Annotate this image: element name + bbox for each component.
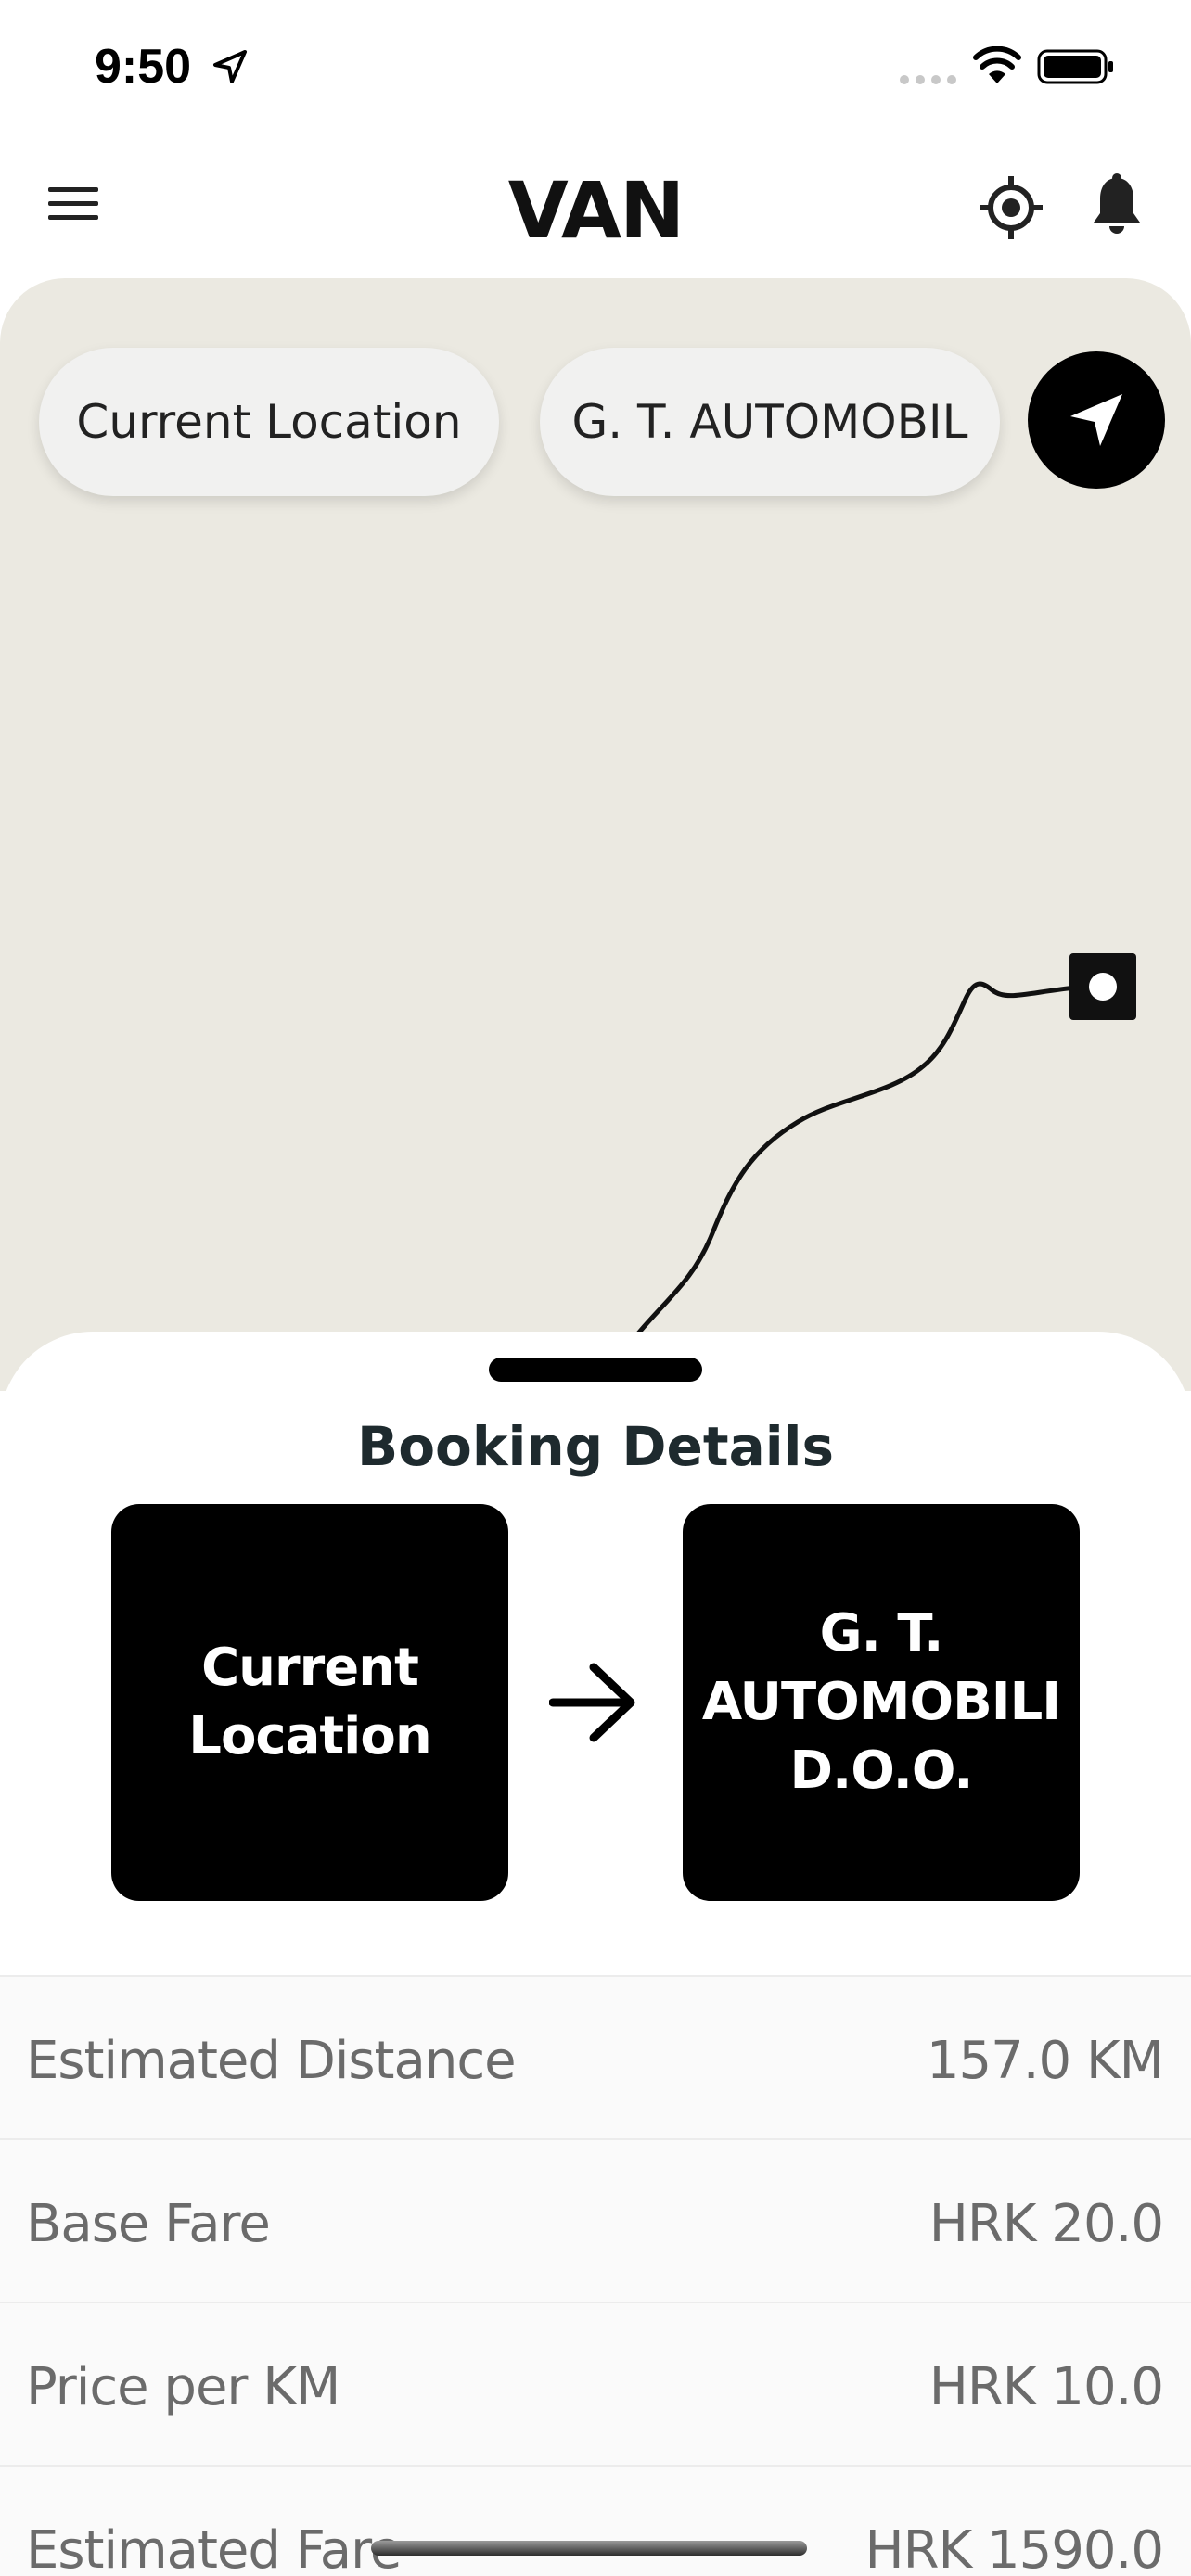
home-indicator[interactable] (371, 2541, 807, 2556)
fare-details-list: Estimated Distance 157.0 KM Base Fare HR… (0, 1975, 1191, 2576)
detail-label: Estimated Fare (26, 2520, 402, 2576)
pickup-location-field[interactable]: Current Location (39, 348, 499, 496)
detail-row-estimated-fare: Estimated Fare HRK 1590.0 (0, 2465, 1191, 2576)
booking-details-sheet: Booking Details Current Location G. T. A… (0, 1332, 1191, 2576)
detail-row-estimated-distance: Estimated Distance 157.0 KM (0, 1975, 1191, 2138)
destination-marker-dot (1089, 973, 1117, 1001)
arrow-right-icon (549, 1663, 635, 1742)
sheet-title: Booking Details (357, 1415, 834, 1478)
detail-label: Base Fare (26, 2194, 271, 2254)
status-time: 9:50 (95, 40, 192, 94)
detail-value: 157.0 KM (926, 2031, 1164, 2091)
app-header: VAN (0, 139, 1191, 278)
navigate-button[interactable] (1028, 351, 1165, 489)
pickup-location-card-label: Current Location (188, 1638, 431, 1766)
gps-target-icon[interactable] (978, 174, 1044, 241)
app-screen: 9:50 VAN Current Location G. T. AUTOMOBI… (0, 0, 1191, 2576)
sheet-drag-handle[interactable] (489, 1358, 702, 1382)
wifi-icon (973, 46, 1021, 83)
pickup-location-card: Current Location (111, 1504, 508, 1901)
detail-value: HRK 20.0 (928, 2194, 1164, 2254)
destination-location-field[interactable]: G. T. AUTOMOBIL (540, 348, 1000, 496)
detail-row-base-fare: Base Fare HRK 20.0 (0, 2138, 1191, 2302)
battery-icon (1037, 49, 1113, 84)
detail-row-price-per-km: Price per KM HRK 10.0 (0, 2302, 1191, 2465)
status-bar: 9:50 (0, 0, 1191, 139)
detail-value: HRK 1590.0 (864, 2520, 1164, 2576)
detail-value: HRK 10.0 (928, 2357, 1164, 2417)
destination-location-card: G. T. AUTOMOBILI D.O.O. (683, 1504, 1080, 1901)
destination-location-card-label: G. T. AUTOMOBILI D.O.O. (701, 1603, 1061, 1801)
notification-bell-icon[interactable] (1089, 172, 1145, 237)
route-map[interactable]: Current Location G. T. AUTOMOBIL (0, 278, 1191, 1391)
detail-label: Estimated Distance (26, 2031, 517, 2091)
cellular-signal-icon (900, 75, 956, 84)
detail-label: Price per KM (26, 2357, 340, 2417)
destination-marker[interactable] (1069, 953, 1136, 1020)
navigation-arrow-icon (1070, 394, 1122, 446)
location-services-icon (213, 50, 247, 83)
